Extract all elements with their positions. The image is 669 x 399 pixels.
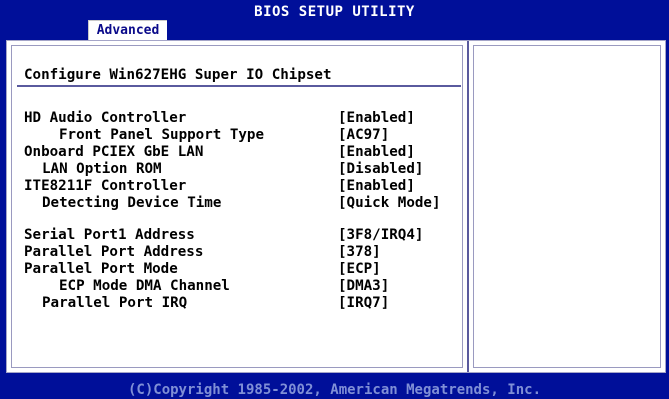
section-title: Configure Win627EHG Super IO Chipset [24, 67, 332, 83]
setting-value[interactable]: [378] [338, 244, 381, 260]
setting-label: Detecting Device Time [42, 195, 222, 211]
setting-row-onboard-lan[interactable]: Onboard PCIEX GbE LAN [Enabled] [7, 144, 469, 161]
help-panel-border [473, 45, 661, 368]
setting-label: Parallel Port Mode [24, 261, 178, 277]
setting-label: Front Panel Support Type [59, 127, 264, 143]
setting-row-serial-port1[interactable]: Serial Port1 Address [3F8/IRQ4] [7, 227, 469, 244]
app-title: BIOS SETUP UTILITY [254, 4, 415, 20]
setting-row-ecp-dma[interactable]: ECP Mode DMA Channel [DMA3] [7, 278, 469, 295]
setting-label: Parallel Port Address [24, 244, 204, 260]
setting-value[interactable]: [Enabled] [338, 144, 415, 160]
setting-value[interactable]: [Disabled] [338, 161, 423, 177]
setting-label: Parallel Port IRQ [42, 295, 188, 311]
setting-label: LAN Option ROM [42, 161, 162, 177]
help-panel [469, 41, 665, 372]
section-divider [17, 85, 461, 87]
setting-row-parallel-address[interactable]: Parallel Port Address [378] [7, 244, 469, 261]
setting-value[interactable]: [ECP] [338, 261, 381, 277]
setting-row-lan-option-rom[interactable]: LAN Option ROM [Disabled] [7, 161, 469, 178]
setting-row-front-panel[interactable]: Front Panel Support Type [AC97] [7, 127, 469, 144]
copyright-text: (C)Copyright 1985-2002, American Megatre… [127, 382, 541, 398]
setting-label: ECP Mode DMA Channel [59, 278, 230, 294]
setting-label: Quick Resume Technology [24, 93, 221, 109]
setting-row-parallel-irq[interactable]: Parallel Port IRQ [IRQ7] [7, 295, 469, 312]
setting-value[interactable]: [IRQ7] [338, 295, 389, 311]
setting-value[interactable]: [Enabled] [338, 178, 415, 194]
settings-panel: Configure Win627EHG Super IO Chipset Qui… [7, 41, 469, 372]
tab-advanced[interactable]: Advanced [88, 20, 167, 41]
setting-value[interactable]: [AC97] [338, 127, 389, 143]
setting-row-parallel-mode[interactable]: Parallel Port Mode [ECP] [7, 261, 469, 278]
setting-value[interactable]: [3F8/IRQ4] [338, 227, 423, 243]
setting-value[interactable]: [Quick Mode] [338, 195, 441, 211]
setting-label: Serial Port1 Address [24, 227, 195, 243]
setting-label: Onboard PCIEX GbE LAN [24, 144, 204, 160]
main-frame: Configure Win627EHG Super IO Chipset Qui… [6, 40, 666, 373]
setting-row-detecting-device-time[interactable]: Detecting Device Time [Quick Mode] [7, 195, 469, 212]
setting-label: HD Audio Controller [24, 110, 187, 126]
setting-label: ITE8211F Controller [24, 178, 187, 194]
setting-row-hd-audio[interactable]: HD Audio Controller [Enabled] [7, 110, 469, 127]
setting-value[interactable]: [DMA3] [338, 278, 389, 294]
copyright-bar: (C)Copyright 1985-2002, American Megatre… [0, 380, 669, 399]
setting-row-quick-resume[interactable]: Quick Resume Technology [Enabled] [7, 93, 469, 110]
setting-value[interactable]: [Enabled] [338, 110, 415, 126]
title-bar: BIOS SETUP UTILITY Advanced [0, 0, 669, 41]
setting-row-ite8211f[interactable]: ITE8211F Controller [Enabled] [7, 178, 469, 195]
setting-value[interactable]: [Enabled] [338, 93, 415, 109]
